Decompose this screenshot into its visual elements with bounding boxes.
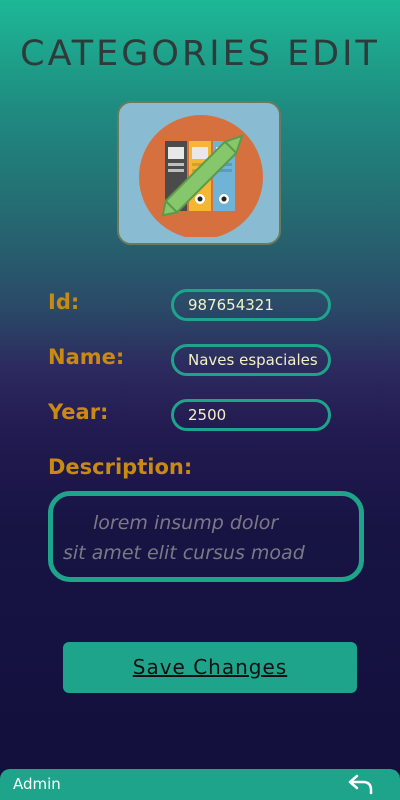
description-line-1: lorem insump dolor xyxy=(93,512,279,534)
bottom-bar: Admin xyxy=(0,769,400,800)
name-label: Name: xyxy=(48,345,125,369)
year-label: Year: xyxy=(48,400,109,424)
folders-edit-icon xyxy=(139,115,263,237)
back-arrow-icon[interactable] xyxy=(347,772,375,796)
name-field[interactable]: Naves espaciales xyxy=(171,344,331,376)
id-label: Id: xyxy=(48,290,80,314)
year-field[interactable]: 2500 xyxy=(171,399,331,431)
save-changes-button[interactable]: Save Changes xyxy=(63,642,357,693)
description-field[interactable]: lorem insump dolor sit amet elit cursus … xyxy=(48,491,364,582)
user-label: Admin xyxy=(13,775,61,793)
description-label: Description: xyxy=(48,455,193,479)
description-line-2: sit amet elit cursus moad xyxy=(63,542,305,564)
category-image[interactable] xyxy=(117,101,281,245)
id-field[interactable]: 987654321 xyxy=(171,289,331,321)
page-title: CATEGORIES EDIT xyxy=(20,34,380,74)
